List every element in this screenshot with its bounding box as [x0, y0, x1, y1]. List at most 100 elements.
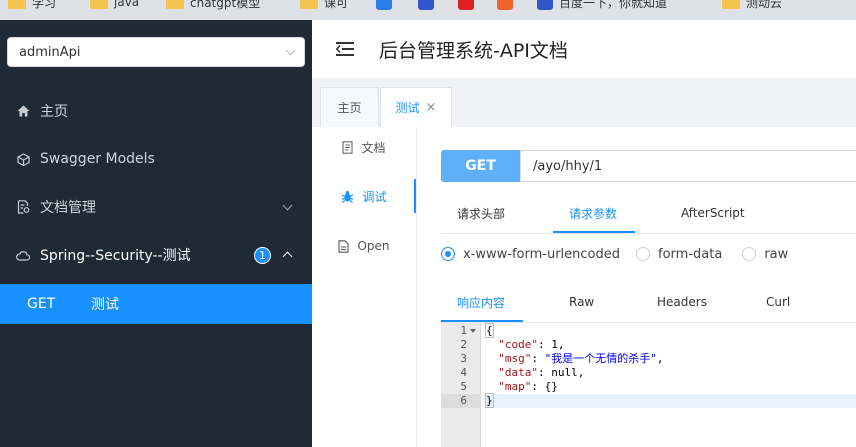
folder-icon — [722, 0, 740, 9]
bookmark-site[interactable] — [458, 0, 474, 10]
sidebar-item-home[interactable]: 主页 — [0, 89, 312, 133]
json-key: "code" — [498, 338, 538, 351]
sidebar-item-label: Spring--Security--测试 — [40, 248, 191, 264]
vtab-open[interactable]: Open — [312, 226, 416, 266]
folder-icon — [90, 0, 108, 9]
tab-label: 主页 — [337, 101, 362, 115]
request-tabs: 请求头部 请求参数 AfterScript — [441, 193, 856, 234]
request-tab-indicator — [553, 231, 635, 233]
tab-request-headers[interactable]: 请求头部 — [457, 193, 505, 233]
chevron-down-icon — [282, 200, 293, 210]
api-group-select[interactable]: adminApi — [7, 37, 305, 67]
fold-arrow-icon[interactable] — [470, 329, 476, 333]
bookmark-folder[interactable]: java — [90, 0, 139, 10]
sidebar-subitem-get-test[interactable]: GET 测试 — [0, 284, 312, 324]
line-number: 4 — [460, 366, 467, 379]
body-type-radio-group: x-www-form-urlencoded form-data raw — [441, 244, 856, 264]
bookmark-label: 百度一下，你就知道 — [559, 0, 668, 10]
response-tabs: 响应内容 Raw Headers Curl — [441, 282, 856, 323]
send-request-button[interactable]: GET — [441, 150, 520, 182]
main-content: 文档 调试 Open GET /ayo/hhy/1 请求头部 请求参数 Afte… — [312, 127, 856, 447]
code-token: } — [485, 393, 494, 408]
cube-icon — [16, 152, 30, 166]
doc-vertical-tabs: 文档 调试 Open — [312, 127, 417, 447]
bookmark-label: 课可 — [324, 0, 349, 10]
tab-test[interactable]: 测试 × — [380, 87, 452, 127]
radio-x-www-form-urlencoded[interactable]: x-www-form-urlencoded — [441, 247, 620, 262]
code-token: , — [656, 352, 664, 365]
code-line: "code": 1, — [485, 338, 856, 352]
tab-home[interactable]: 主页 — [320, 87, 379, 127]
site-favicon-icon — [497, 0, 513, 10]
sidebar: adminApi 主页 Swagger Models 文档管理 Spring--… — [0, 20, 312, 447]
http-method-label: GET — [27, 296, 56, 312]
bookmark-label: java — [114, 0, 140, 9]
bookmark-label: 测动云 — [746, 0, 783, 10]
vtab-debug[interactable]: 调试 — [312, 176, 416, 216]
json-value: 1 — [551, 338, 558, 351]
site-favicon-icon — [376, 0, 392, 10]
response-tab-indicator — [441, 320, 523, 322]
bug-icon — [341, 190, 354, 203]
document-icon — [342, 140, 354, 154]
code-token: : — [538, 338, 552, 351]
code-line: "data": null, — [485, 366, 856, 380]
tab-response-content[interactable]: 响应内容 — [457, 282, 505, 322]
baidu-favicon-icon — [418, 0, 434, 10]
code-line: } — [485, 393, 856, 408]
page-tabs: 主页 测试 × — [312, 79, 856, 127]
json-value: null — [551, 366, 578, 379]
code-token: , — [577, 366, 585, 379]
radio-raw[interactable]: raw — [742, 247, 788, 262]
bookmarks-bar: 学习 java chatgpt模型 课可 百度一下，你就知道 测动云 — [0, 0, 856, 20]
json-value: "我是一个无情的杀手" — [544, 352, 657, 365]
site-favicon-icon — [458, 0, 474, 10]
json-key: "msg" — [498, 352, 532, 365]
vtab-label: Open — [357, 239, 390, 253]
menu-fold-icon[interactable] — [336, 42, 354, 56]
api-group-value: adminApi — [19, 44, 81, 60]
radio-checked-icon — [441, 247, 455, 261]
sidebar-item-doc-manage[interactable]: 文档管理 — [0, 185, 312, 229]
code-line: "msg": "我是一个无情的杀手", — [485, 352, 856, 366]
bookmark-site[interactable] — [376, 0, 392, 10]
request-url-row: GET /ayo/hhy/1 — [441, 150, 856, 182]
code-token: : — [531, 352, 545, 365]
json-key: "data" — [498, 366, 538, 379]
code-line: { — [485, 323, 856, 338]
sidebar-item-label: Swagger Models — [40, 151, 155, 167]
tab-response-curl[interactable]: Curl — [766, 282, 790, 322]
bookmark-folder[interactable]: 课可 — [300, 0, 348, 10]
radio-label: x-www-form-urlencoded — [463, 246, 621, 262]
bookmark-folder[interactable]: 学习 — [8, 0, 56, 10]
tab-afterscript[interactable]: AfterScript — [681, 193, 745, 233]
radio-label: raw — [764, 246, 789, 262]
folder-icon — [8, 0, 26, 9]
tab-response-raw[interactable]: Raw — [569, 282, 594, 322]
code-token: : — [531, 380, 545, 393]
sidebar-item-spring-security[interactable]: Spring--Security--测试 1 — [0, 233, 312, 277]
bookmark-folder[interactable]: 测动云 — [722, 0, 782, 10]
tab-request-params[interactable]: 请求参数 — [569, 193, 617, 233]
close-icon[interactable]: × — [426, 100, 437, 115]
chevron-up-icon — [282, 251, 293, 262]
code-token: : — [538, 366, 552, 379]
vtab-doc[interactable]: 文档 — [312, 127, 416, 167]
bookmark-folder[interactable]: chatgpt模型 — [166, 0, 260, 10]
document-settings-icon — [16, 200, 30, 214]
line-number: 2 — [460, 338, 467, 351]
line-number-gutter: 1 2 3 4 5 6 — [441, 323, 481, 447]
bookmark-site[interactable] — [497, 0, 513, 10]
radio-label: form-data — [658, 246, 723, 262]
response-code-editor[interactable]: 1 2 3 4 5 6 { "code": 1, "msg": "我是一个无情的… — [441, 323, 856, 447]
sidebar-item-swagger-models[interactable]: Swagger Models — [0, 137, 312, 181]
vtab-active-indicator — [414, 179, 416, 213]
radio-form-data[interactable]: form-data — [636, 247, 722, 262]
home-icon — [16, 104, 30, 118]
bookmark-site[interactable] — [418, 0, 434, 10]
request-url-input[interactable]: /ayo/hhy/1 — [520, 150, 856, 182]
code-token: { — [485, 323, 494, 338]
bookmark-baidu[interactable]: 百度一下，你就知道 — [537, 0, 667, 10]
chevron-down-icon — [285, 45, 296, 55]
tab-response-headers[interactable]: Headers — [657, 282, 707, 322]
